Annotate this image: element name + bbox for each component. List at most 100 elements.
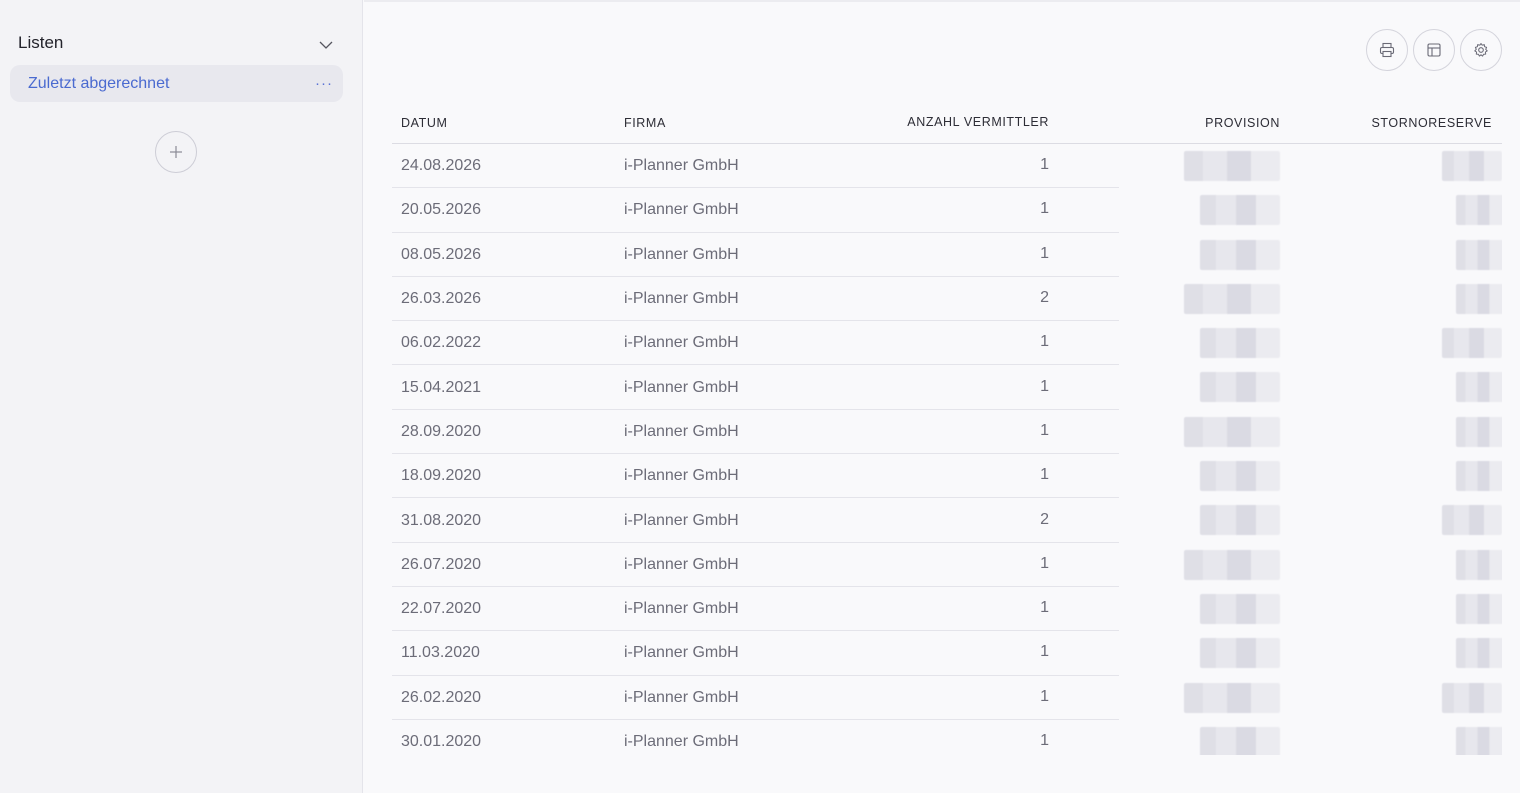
chevron-down-icon[interactable] xyxy=(318,37,334,53)
lists-section-header[interactable]: Listen xyxy=(18,30,336,56)
print-button[interactable] xyxy=(1366,29,1408,71)
lists-title: Listen xyxy=(18,33,64,52)
cell-anzahl: 1 xyxy=(1040,599,1049,617)
cell-provision-redacted xyxy=(1200,239,1280,270)
cell-provision-redacted xyxy=(1200,505,1280,536)
cell-provision-redacted xyxy=(1184,682,1280,713)
cell-stornoreserve-redacted xyxy=(1456,549,1502,580)
cell-datum: 15.04.2021 xyxy=(401,378,482,396)
table-header: Datum Firma Anzahl Vermittler Provision … xyxy=(392,102,1502,144)
column-header-anzahl[interactable]: Anzahl Vermittler xyxy=(907,115,1049,129)
gear-icon xyxy=(1474,43,1488,57)
cell-anzahl: 1 xyxy=(1040,333,1049,351)
sidebar: Listen Zuletzt abgerechnet ··· xyxy=(0,0,363,793)
table-row[interactable]: 15.04.2021 i-Planner GmbH 1 xyxy=(392,365,1502,411)
cell-firma: i-Planner GmbH xyxy=(624,334,739,352)
cell-provision-redacted xyxy=(1200,461,1280,492)
cell-provision-redacted xyxy=(1200,372,1280,403)
sidebar-item-label: Zuletzt abgerechnet xyxy=(28,74,170,92)
cell-firma: i-Planner GmbH xyxy=(624,600,739,618)
add-list-button[interactable] xyxy=(155,131,197,173)
cell-anzahl: 1 xyxy=(1040,732,1049,749)
cell-stornoreserve-redacted xyxy=(1456,726,1502,755)
cell-datum: 18.09.2020 xyxy=(401,467,482,485)
cell-provision-redacted xyxy=(1200,726,1280,755)
cell-datum: 20.05.2026 xyxy=(401,201,482,219)
cell-anzahl: 2 xyxy=(1040,289,1049,307)
cell-anzahl: 1 xyxy=(1040,466,1049,484)
cell-stornoreserve-redacted xyxy=(1456,283,1502,314)
table-row[interactable]: 22.07.2020 i-Planner GmbH 1 xyxy=(392,587,1502,632)
cell-anzahl: 2 xyxy=(1040,510,1049,528)
cell-stornoreserve-redacted xyxy=(1442,505,1502,536)
table-row[interactable]: 26.03.2026 i-Planner GmbH 2 xyxy=(392,277,1502,322)
table-row[interactable]: 26.02.2020 i-Planner GmbH 1 xyxy=(392,676,1502,721)
table-row[interactable]: 08.05.2026 i-Planner GmbH 1 xyxy=(392,233,1502,278)
cell-anzahl: 1 xyxy=(1040,244,1049,262)
cell-provision-redacted xyxy=(1200,593,1280,624)
cell-stornoreserve-redacted xyxy=(1456,638,1502,669)
plus-icon xyxy=(170,146,182,158)
table-row[interactable]: 28.09.2020 i-Planner GmbH 1 xyxy=(392,410,1502,455)
cell-anzahl: 1 xyxy=(1040,200,1049,218)
table-body: 24.08.2026 i-Planner GmbH 1 20.05.2026 i-Pla… xyxy=(392,144,1502,755)
column-header-provision[interactable]: Provision xyxy=(1049,116,1280,130)
cell-datum: 28.09.2020 xyxy=(401,422,482,440)
table-row[interactable]: 30.01.2020 i-Planner GmbH 1 xyxy=(392,720,1502,755)
cell-datum: 26.02.2020 xyxy=(401,688,482,706)
cell-datum: 06.02.2022 xyxy=(401,334,482,352)
printer-icon xyxy=(1379,42,1395,58)
cell-stornoreserve-redacted xyxy=(1456,372,1502,403)
cell-firma: i-Planner GmbH xyxy=(624,201,739,219)
cell-anzahl: 1 xyxy=(1040,554,1049,572)
table-row[interactable]: 24.08.2026 i-Planner GmbH 1 xyxy=(392,144,1502,189)
cell-firma: i-Planner GmbH xyxy=(624,467,739,485)
cell-datum: 30.01.2020 xyxy=(401,733,482,750)
cell-stornoreserve-redacted xyxy=(1456,461,1502,492)
cell-anzahl: 1 xyxy=(1040,377,1049,395)
cell-provision-redacted xyxy=(1200,328,1280,359)
table-row[interactable]: 31.08.2020 i-Planner GmbH 2 xyxy=(392,498,1502,543)
cell-stornoreserve-redacted xyxy=(1456,416,1502,447)
main-content: Datum Firma Anzahl Vermittler Provision … xyxy=(364,0,1520,793)
column-header-datum[interactable]: Datum xyxy=(392,116,624,130)
cell-provision-redacted xyxy=(1184,416,1280,447)
column-header-stornoreserve[interactable]: Stornoreserve xyxy=(1280,116,1502,130)
cell-firma: i-Planner GmbH xyxy=(624,378,739,396)
cell-anzahl: 1 xyxy=(1040,643,1049,661)
table-row[interactable]: 20.05.2026 i-Planner GmbH 1 xyxy=(392,188,1502,233)
cell-datum: 11.03.2020 xyxy=(401,644,480,662)
cell-provision-redacted xyxy=(1184,283,1280,314)
table-row[interactable]: 11.03.2020 i-Planner GmbH 1 xyxy=(392,631,1502,676)
table-row[interactable]: 26.07.2020 i-Planner GmbH 1 xyxy=(392,543,1502,588)
cell-provision-redacted xyxy=(1184,549,1280,580)
layout-icon xyxy=(1427,43,1441,57)
settings-button[interactable] xyxy=(1460,29,1502,71)
cell-firma: i-Planner GmbH xyxy=(624,733,739,750)
cell-firma: i-Planner GmbH xyxy=(624,157,739,175)
cell-firma: i-Planner GmbH xyxy=(624,555,739,573)
cell-stornoreserve-redacted xyxy=(1442,328,1502,359)
cell-datum: 26.03.2026 xyxy=(401,290,482,308)
layout-button[interactable] xyxy=(1413,29,1455,71)
cell-stornoreserve-redacted xyxy=(1442,682,1502,713)
cell-anzahl: 1 xyxy=(1040,156,1049,174)
cell-firma: i-Planner GmbH xyxy=(624,688,739,706)
more-options-icon[interactable]: ··· xyxy=(315,75,333,92)
cell-stornoreserve-redacted xyxy=(1456,593,1502,624)
cell-provision-redacted xyxy=(1200,638,1280,669)
cell-stornoreserve-redacted xyxy=(1456,239,1502,270)
sidebar-item-zuletzt-abgerechnet[interactable]: Zuletzt abgerechnet ··· xyxy=(10,65,343,102)
cell-datum: 08.05.2026 xyxy=(401,245,482,263)
cell-datum: 26.07.2020 xyxy=(401,555,482,573)
cell-firma: i-Planner GmbH xyxy=(624,644,739,662)
table-row[interactable]: 18.09.2020 i-Planner GmbH 1 xyxy=(392,454,1502,499)
cell-anzahl: 1 xyxy=(1040,687,1049,705)
cell-provision-redacted xyxy=(1184,151,1280,181)
table-row[interactable]: 06.02.2022 i-Planner GmbH 1 xyxy=(392,321,1502,366)
cell-datum: 31.08.2020 xyxy=(401,511,482,529)
cell-datum: 22.07.2020 xyxy=(401,600,482,618)
cell-firma: i-Planner GmbH xyxy=(624,422,739,440)
cell-anzahl: 1 xyxy=(1040,421,1049,439)
cell-stornoreserve-redacted xyxy=(1442,151,1502,181)
